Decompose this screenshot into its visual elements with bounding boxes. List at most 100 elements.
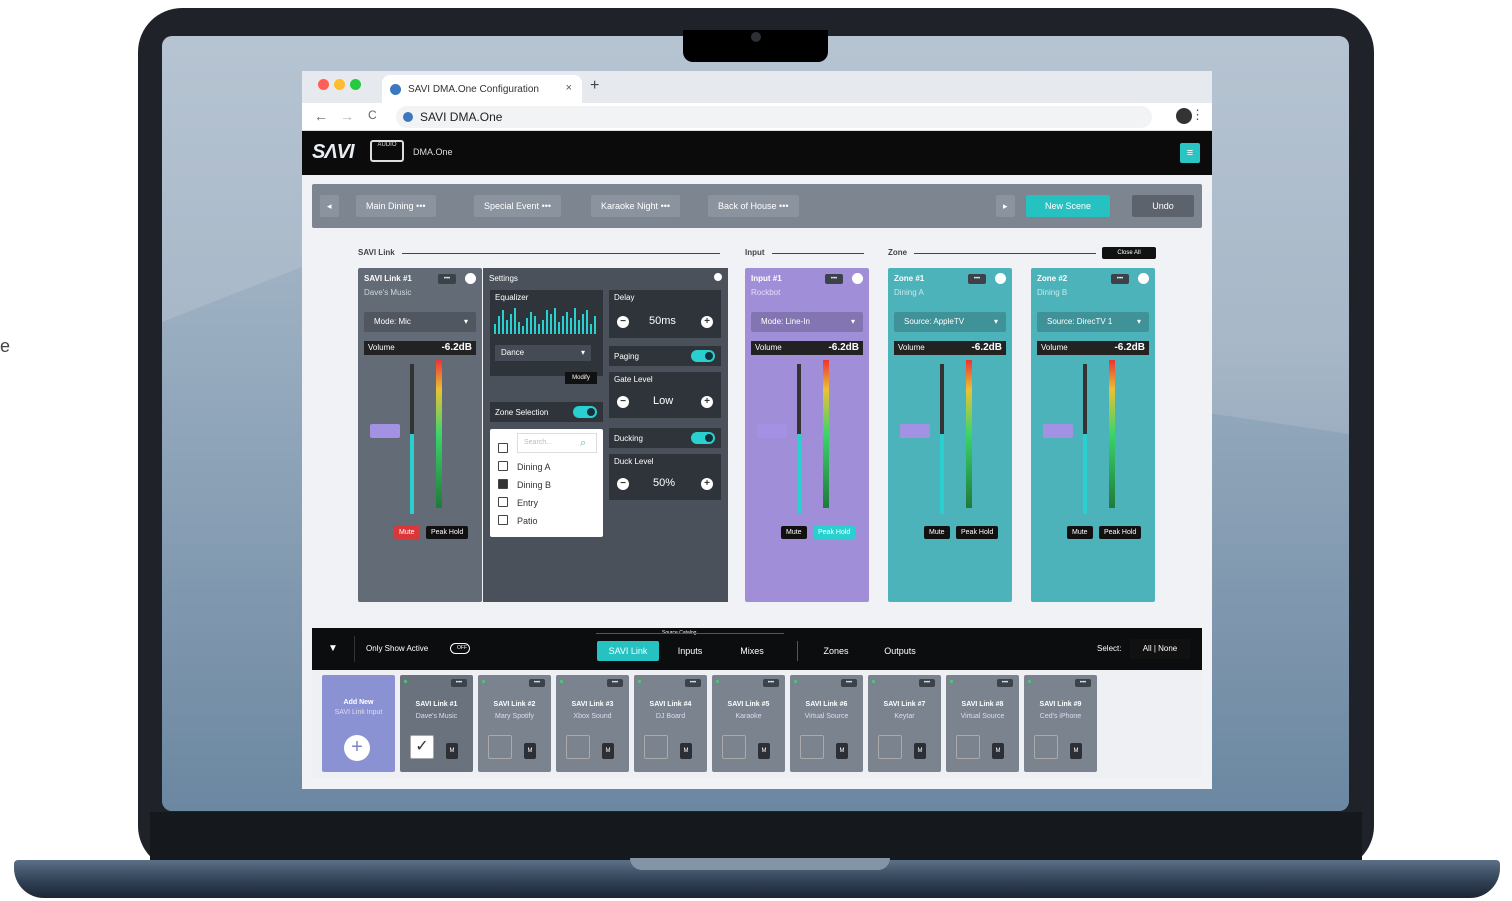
delay-minus-button[interactable]: − <box>617 316 629 328</box>
minimize-window-icon[interactable] <box>334 79 345 90</box>
card-mix-button[interactable]: M <box>602 743 614 759</box>
profile-avatar[interactable] <box>1176 108 1192 124</box>
ducking-toggle[interactable] <box>691 432 715 444</box>
address-bar[interactable]: SAVI DMA.One <box>396 106 1152 128</box>
card-select-checkbox[interactable] <box>722 735 746 759</box>
card-more-icon[interactable]: ••• <box>529 679 545 687</box>
collapse-caret-icon[interactable]: ▼ <box>328 643 338 654</box>
zone-checkbox[interactable] <box>498 515 508 525</box>
tab-mixes[interactable]: Mixes <box>724 641 780 661</box>
scene-karaoke-night[interactable]: Karaoke Night ••• <box>591 195 681 217</box>
tab-zones[interactable]: Zones <box>808 641 864 661</box>
savi-link-card[interactable]: ••• SAVI Link #5 Karaoke M <box>712 675 785 772</box>
new-tab-button[interactable]: + <box>590 77 599 95</box>
zone-selection-toggle[interactable] <box>573 406 597 418</box>
savi-link-card[interactable]: ••• SAVI Link #6 Virtual Source M <box>790 675 863 772</box>
card-select-checkbox[interactable] <box>566 735 590 759</box>
card-more-icon[interactable]: ••• <box>1075 679 1091 687</box>
volume-fader-knob[interactable] <box>370 424 400 438</box>
card-mix-button[interactable]: M <box>680 743 692 759</box>
channel-mode-dropdown[interactable]: Source: AppleTV ▾ <box>894 312 1006 332</box>
savi-link-card[interactable]: ••• SAVI Link #9 Ced's iPhone M <box>1024 675 1097 772</box>
zone-item[interactable]: Entry <box>498 497 538 508</box>
savi-link-card[interactable]: ••• SAVI Link #1 Dave's Music ✓ M <box>400 675 473 772</box>
card-select-checkbox[interactable] <box>488 735 512 759</box>
peak-hold-button[interactable]: Peak Hold <box>813 526 856 539</box>
channel-close-icon[interactable] <box>995 273 1006 284</box>
forward-icon[interactable]: → <box>340 108 354 124</box>
more-icon[interactable]: ••• <box>779 201 788 211</box>
reload-icon[interactable]: C <box>368 108 377 122</box>
card-select-checkbox[interactable] <box>644 735 668 759</box>
only-active-toggle[interactable]: OFF <box>450 643 470 654</box>
savi-link-card[interactable]: ••• SAVI Link #8 Virtual Source M <box>946 675 1019 772</box>
card-more-icon[interactable]: ••• <box>919 679 935 687</box>
savi-link-card[interactable]: ••• SAVI Link #3 Xbox Sound M <box>556 675 629 772</box>
select-all-none[interactable]: All | None <box>1130 639 1190 659</box>
card-select-checkbox[interactable] <box>878 735 902 759</box>
channel-close-icon[interactable] <box>852 273 863 284</box>
card-mix-button[interactable]: M <box>836 743 848 759</box>
modify-button[interactable]: Modify <box>565 372 597 384</box>
card-mix-button[interactable]: M <box>446 743 458 759</box>
volume-fader-knob[interactable] <box>1043 424 1073 438</box>
eq-preset-dropdown[interactable]: Dance ▾ <box>495 345 591 361</box>
zone-item[interactable]: Patio <box>498 515 538 526</box>
card-more-icon[interactable]: ••• <box>685 679 701 687</box>
more-icon[interactable]: ••• <box>661 201 670 211</box>
add-icon[interactable]: + <box>344 735 370 761</box>
channel-close-icon[interactable] <box>465 273 476 284</box>
maximize-window-icon[interactable] <box>350 79 361 90</box>
new-scene-button[interactable]: New Scene <box>1026 195 1110 217</box>
zone-item[interactable]: Dining B <box>498 479 551 490</box>
scene-prev-button[interactable]: ◂ <box>320 195 339 217</box>
card-mix-button[interactable]: M <box>758 743 770 759</box>
paging-toggle[interactable] <box>691 350 715 362</box>
savi-link-card[interactable]: ••• SAVI Link #7 Keytar M <box>868 675 941 772</box>
mute-button[interactable]: Mute <box>394 526 420 539</box>
channel-more-icon[interactable]: ••• <box>438 274 456 284</box>
add-new-savi-link-card[interactable]: Add New SAVI Link Input + <box>322 675 395 772</box>
card-more-icon[interactable]: ••• <box>607 679 623 687</box>
card-more-icon[interactable]: ••• <box>451 679 467 687</box>
duck-plus-button[interactable]: + <box>701 478 713 490</box>
hamburger-menu-icon[interactable]: ≡ <box>1180 143 1200 163</box>
equalizer-graph[interactable] <box>494 306 599 334</box>
close-window-icon[interactable] <box>318 79 329 90</box>
mute-button[interactable]: Mute <box>924 526 950 539</box>
channel-close-icon[interactable] <box>1138 273 1149 284</box>
card-mix-button[interactable]: M <box>524 743 536 759</box>
tab-savi-link[interactable]: SAVI Link <box>597 641 659 661</box>
card-more-icon[interactable]: ••• <box>763 679 779 687</box>
card-mix-button[interactable]: M <box>992 743 1004 759</box>
card-mix-button[interactable]: M <box>1070 743 1082 759</box>
channel-more-icon[interactable]: ••• <box>1111 274 1129 284</box>
savi-link-card[interactable]: ••• SAVI Link #2 Mary Spotify M <box>478 675 551 772</box>
zone-checkbox[interactable] <box>498 461 508 471</box>
more-icon[interactable]: ••• <box>416 201 425 211</box>
browser-menu-icon[interactable]: ⋮ <box>1191 107 1204 123</box>
mute-button[interactable]: Mute <box>781 526 807 539</box>
volume-fader-knob[interactable] <box>757 424 787 438</box>
more-icon[interactable]: ••• <box>542 201 551 211</box>
scene-special-event[interactable]: Special Event ••• <box>474 195 562 217</box>
scene-back-of-house[interactable]: Back of House ••• <box>708 195 799 217</box>
card-more-icon[interactable]: ••• <box>841 679 857 687</box>
gate-minus-button[interactable]: − <box>617 396 629 408</box>
card-more-icon[interactable]: ••• <box>997 679 1013 687</box>
scene-main-dining[interactable]: Main Dining ••• <box>356 195 436 217</box>
zone-item[interactable]: Dining A <box>498 461 551 472</box>
channel-mode-dropdown[interactable]: Source: DirecTV 1 ▾ <box>1037 312 1149 332</box>
zone-checkbox[interactable] <box>498 497 508 507</box>
gate-plus-button[interactable]: + <box>701 396 713 408</box>
savi-link-card[interactable]: ••• SAVI Link #4 DJ Board M <box>634 675 707 772</box>
card-select-checkbox[interactable] <box>956 735 980 759</box>
tab-close-icon[interactable]: × <box>566 82 572 94</box>
zone-checkbox[interactable] <box>498 479 508 489</box>
back-icon[interactable]: ← <box>314 108 328 124</box>
channel-more-icon[interactable]: ••• <box>825 274 843 284</box>
peak-hold-button[interactable]: Peak Hold <box>956 526 999 539</box>
select-all-checkbox[interactable] <box>498 439 517 457</box>
channel-mode-dropdown[interactable]: Mode: Mic ▾ <box>364 312 476 332</box>
channel-mode-dropdown[interactable]: Mode: Line-In ▾ <box>751 312 863 332</box>
